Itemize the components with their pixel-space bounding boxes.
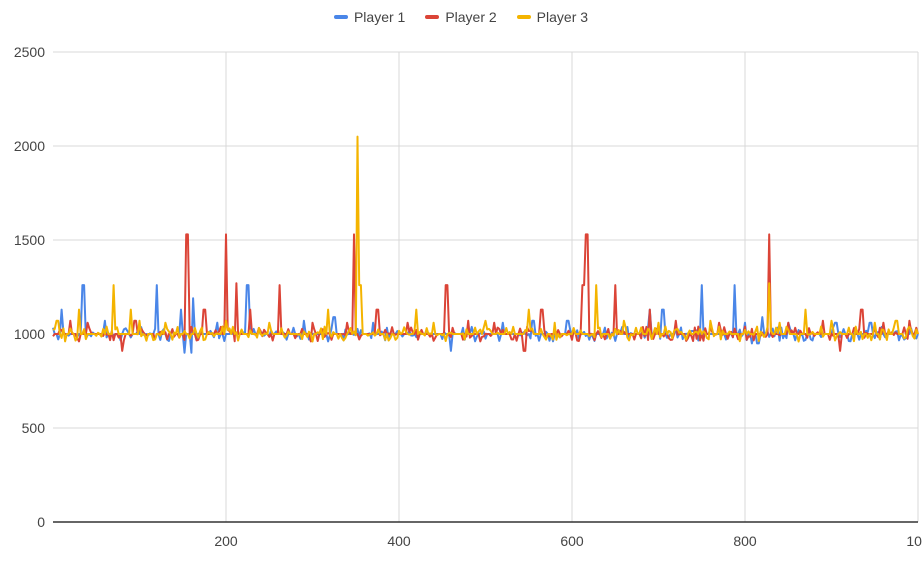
x-tick-label: 800 (733, 533, 757, 549)
chart: Player 1 Player 2 Player 3 0 500 1000 1500 200… (0, 0, 922, 565)
y-tick-label: 2500 (14, 44, 45, 60)
x-tick-label: 600 (560, 533, 584, 549)
x-tick-label: 100 (906, 533, 922, 549)
x-tick-label: 200 (214, 533, 238, 549)
plot-area: 0 500 1000 1500 2000 2500 200 400 600 800 100 (14, 44, 922, 549)
y-tick-label: 2000 (14, 138, 45, 154)
series-line-player-1 (52, 284, 919, 354)
series-line-player-3 (52, 135, 919, 343)
y-tick-label: 500 (22, 420, 46, 436)
y-tick-label: 0 (37, 514, 45, 530)
y-tick-label: 1500 (14, 232, 45, 248)
x-tick-label: 400 (387, 533, 411, 549)
y-tick-label: 1000 (14, 326, 45, 342)
